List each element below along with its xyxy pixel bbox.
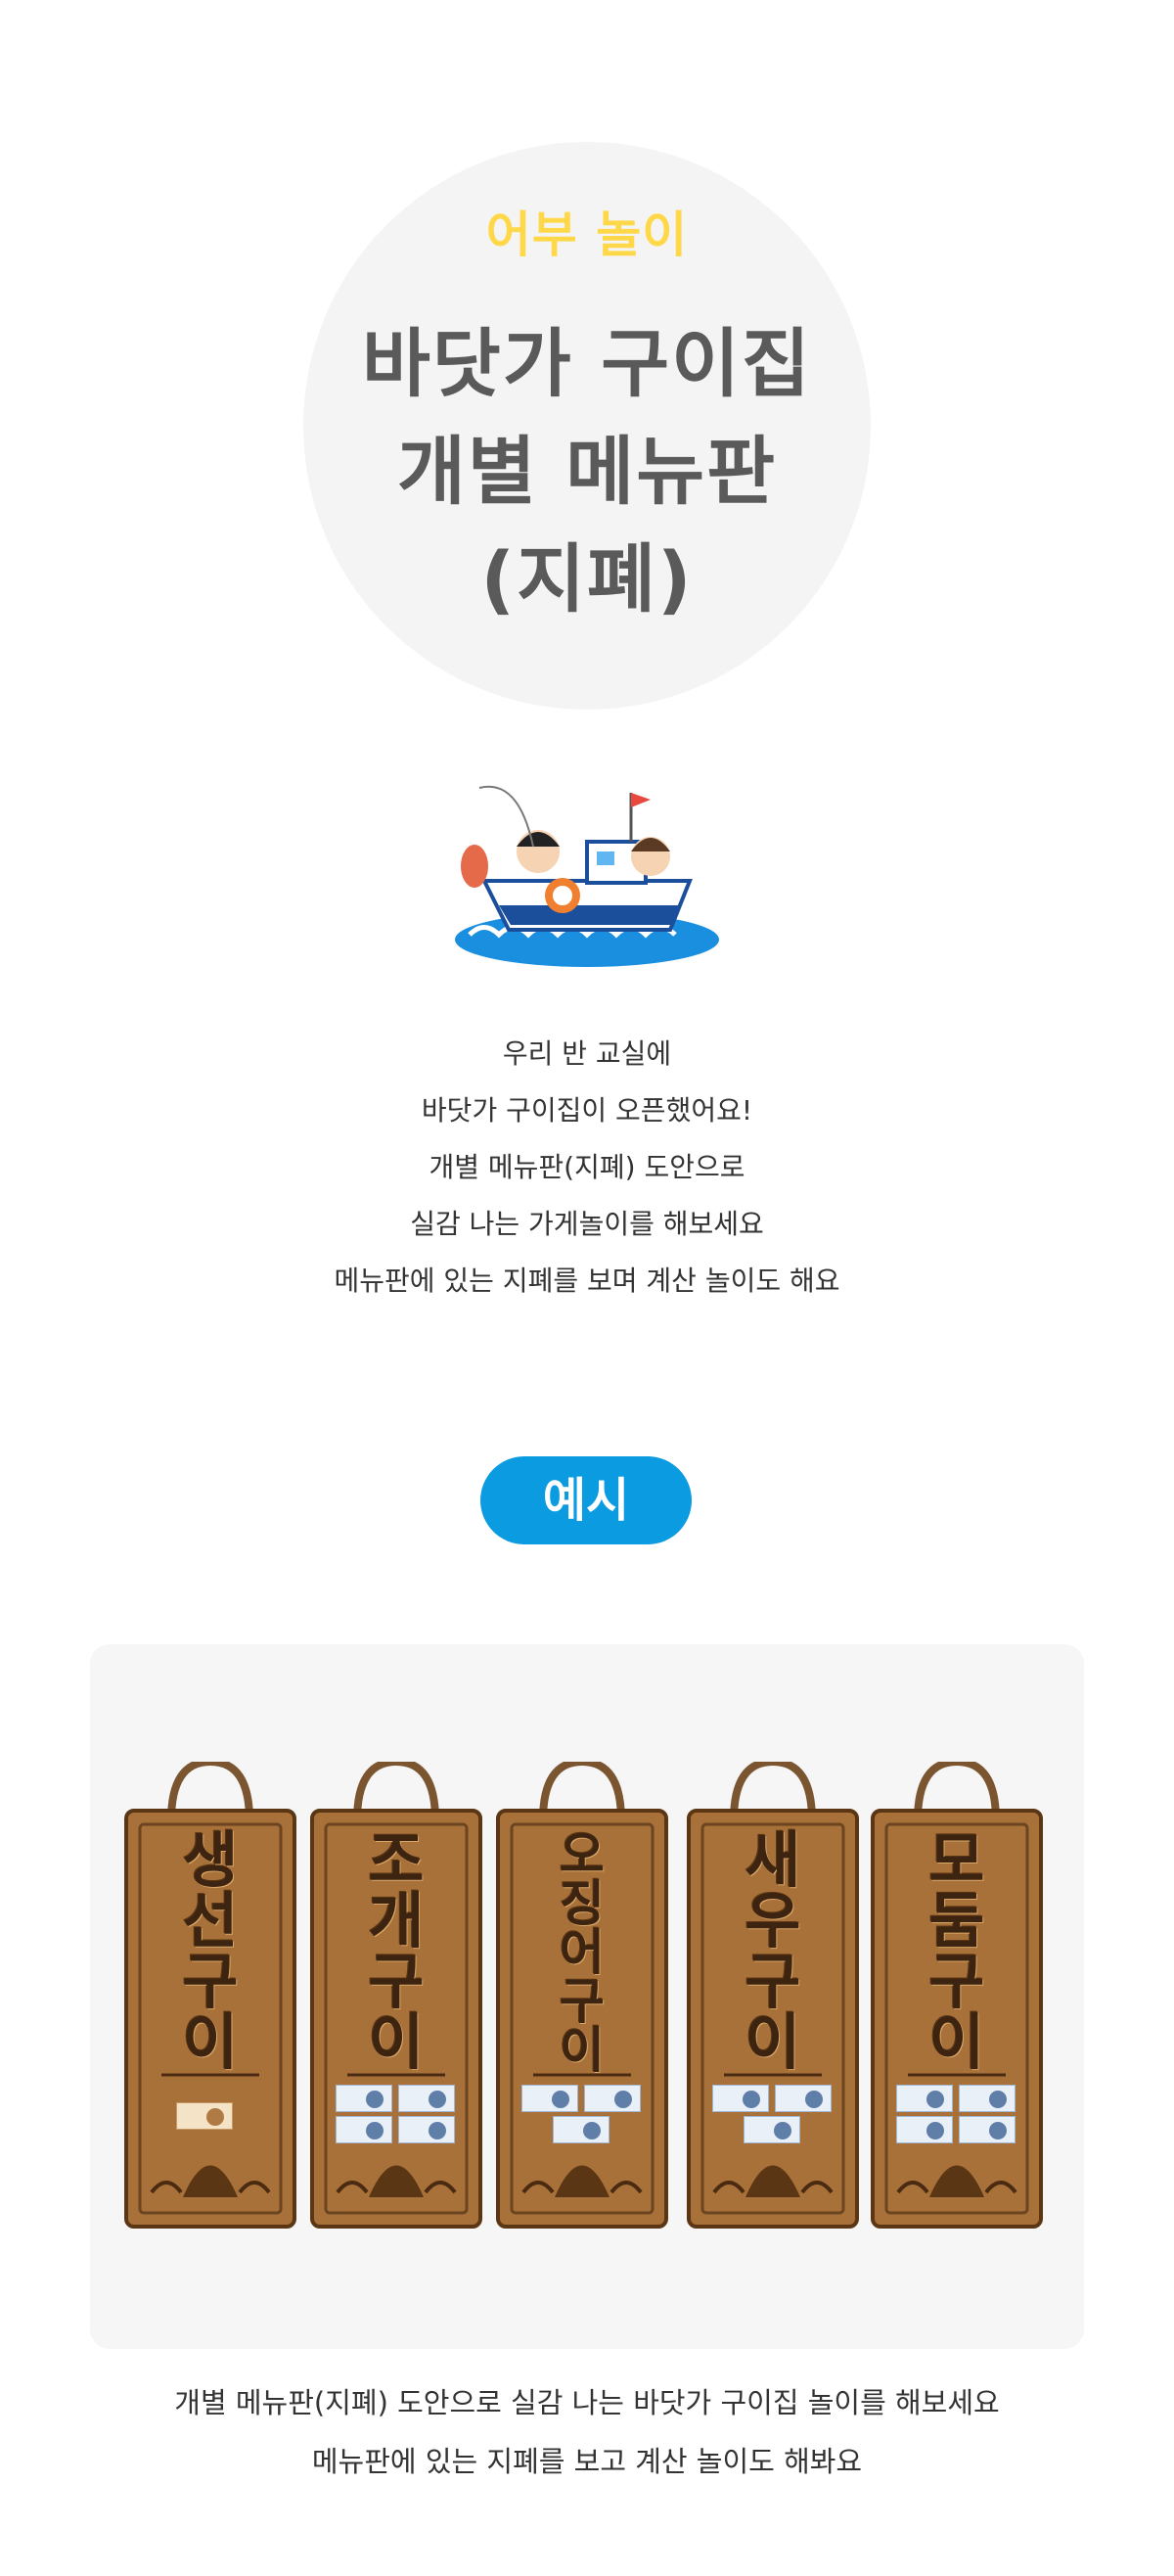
sign-label: 생선구이 <box>122 1830 298 2073</box>
banknote-icon <box>959 2085 1016 2112</box>
menu-sign: 조개구이 <box>308 1757 484 2231</box>
banknote-icon <box>744 2116 800 2143</box>
menu-sign: 새우구이 <box>685 1757 861 2231</box>
sign-char: 이 <box>928 2006 985 2078</box>
sign-char: 둠 <box>928 1885 985 1956</box>
banknote-icon <box>176 2102 233 2130</box>
menu-sign: 오징어구이 <box>494 1757 670 2231</box>
sign-char: 생 <box>182 1824 239 1896</box>
intro-line: 메뉴판에 있는 지폐를 보며 계산 놀이도 해요 <box>334 1265 840 1297</box>
banknote-icon <box>553 2116 610 2143</box>
banknote-icon <box>398 2116 455 2143</box>
sign-char: 구 <box>182 1946 239 2017</box>
banknote-icon <box>584 2085 641 2112</box>
sign-char: 구 <box>560 1973 605 2030</box>
sign-char: 오 <box>560 1826 605 1883</box>
sign-char: 이 <box>182 2006 239 2078</box>
banknote-icon <box>336 2116 392 2143</box>
hero-title-line-1: 바닷가 구이집 <box>362 320 812 407</box>
sign-label: 조개구이 <box>308 1830 484 2073</box>
sign-char: 개 <box>368 1885 425 1956</box>
intro-line: 실감 나는 가게놀이를 해보세요 <box>410 1208 764 1240</box>
caption-line: 메뉴판에 있는 지폐를 보고 계산 놀이도 해봐요 <box>311 2445 863 2478</box>
intro-text: 우리 반 교실에 바닷가 구이집이 오픈했어요! 개별 메뉴판(지폐) 도안으로… <box>0 1026 1174 1310</box>
banknote-icon <box>959 2116 1016 2143</box>
sign-char: 구 <box>368 1946 425 2017</box>
hero-title-line-2: 개별 메뉴판 <box>396 428 778 515</box>
sign-char: 모 <box>928 1824 985 1896</box>
sign-label: 오징어구이 <box>494 1830 670 2075</box>
sign-char: 구 <box>745 1946 801 2017</box>
intro-line: 개별 메뉴판(지폐) 도안으로 <box>429 1151 745 1183</box>
sign-char: 이 <box>560 2022 605 2079</box>
sign-char: 구 <box>928 1946 985 2017</box>
sign-char: 우 <box>745 1885 801 1956</box>
example-badge: 예시 <box>480 1456 692 1544</box>
intro-line: 우리 반 교실에 <box>502 1037 672 1070</box>
intro-line: 바닷가 구이집이 오픈했어요! <box>421 1094 753 1127</box>
sign-char: 조 <box>368 1824 425 1896</box>
sign-char: 징 <box>560 1875 605 1932</box>
hero-title-line-3: (지폐) <box>480 535 694 622</box>
banknote-icon <box>521 2085 578 2112</box>
sign-label: 새우구이 <box>685 1830 861 2073</box>
fishing-boat-illustration <box>440 778 734 974</box>
caption-line: 개별 메뉴판(지폐) 도안으로 실감 나는 바닷가 구이집 놀이를 해보세요 <box>174 2386 1000 2419</box>
sign-char: 어 <box>560 1924 605 1981</box>
banknote-icon <box>336 2085 392 2112</box>
sign-char: 이 <box>368 2006 425 2078</box>
sign-char: 선 <box>182 1885 239 1956</box>
sign-char: 이 <box>745 2006 801 2078</box>
banknote-icon <box>896 2085 953 2112</box>
caption: 개별 메뉴판(지폐) 도안으로 실감 나는 바닷가 구이집 놀이를 해보세요 메… <box>0 2373 1174 2491</box>
sign-char: 새 <box>745 1824 801 1896</box>
banknote-icon <box>398 2085 455 2112</box>
menu-sign: 모둠구이 <box>869 1757 1045 2231</box>
banknote-icon <box>896 2116 953 2143</box>
banknote-icon <box>712 2085 769 2112</box>
sign-label: 모둠구이 <box>869 1830 1045 2073</box>
banknote-icon <box>775 2085 832 2112</box>
hero-subtitle: 어부 놀이 <box>485 207 689 263</box>
menu-sign: 생선구이 <box>122 1757 298 2231</box>
